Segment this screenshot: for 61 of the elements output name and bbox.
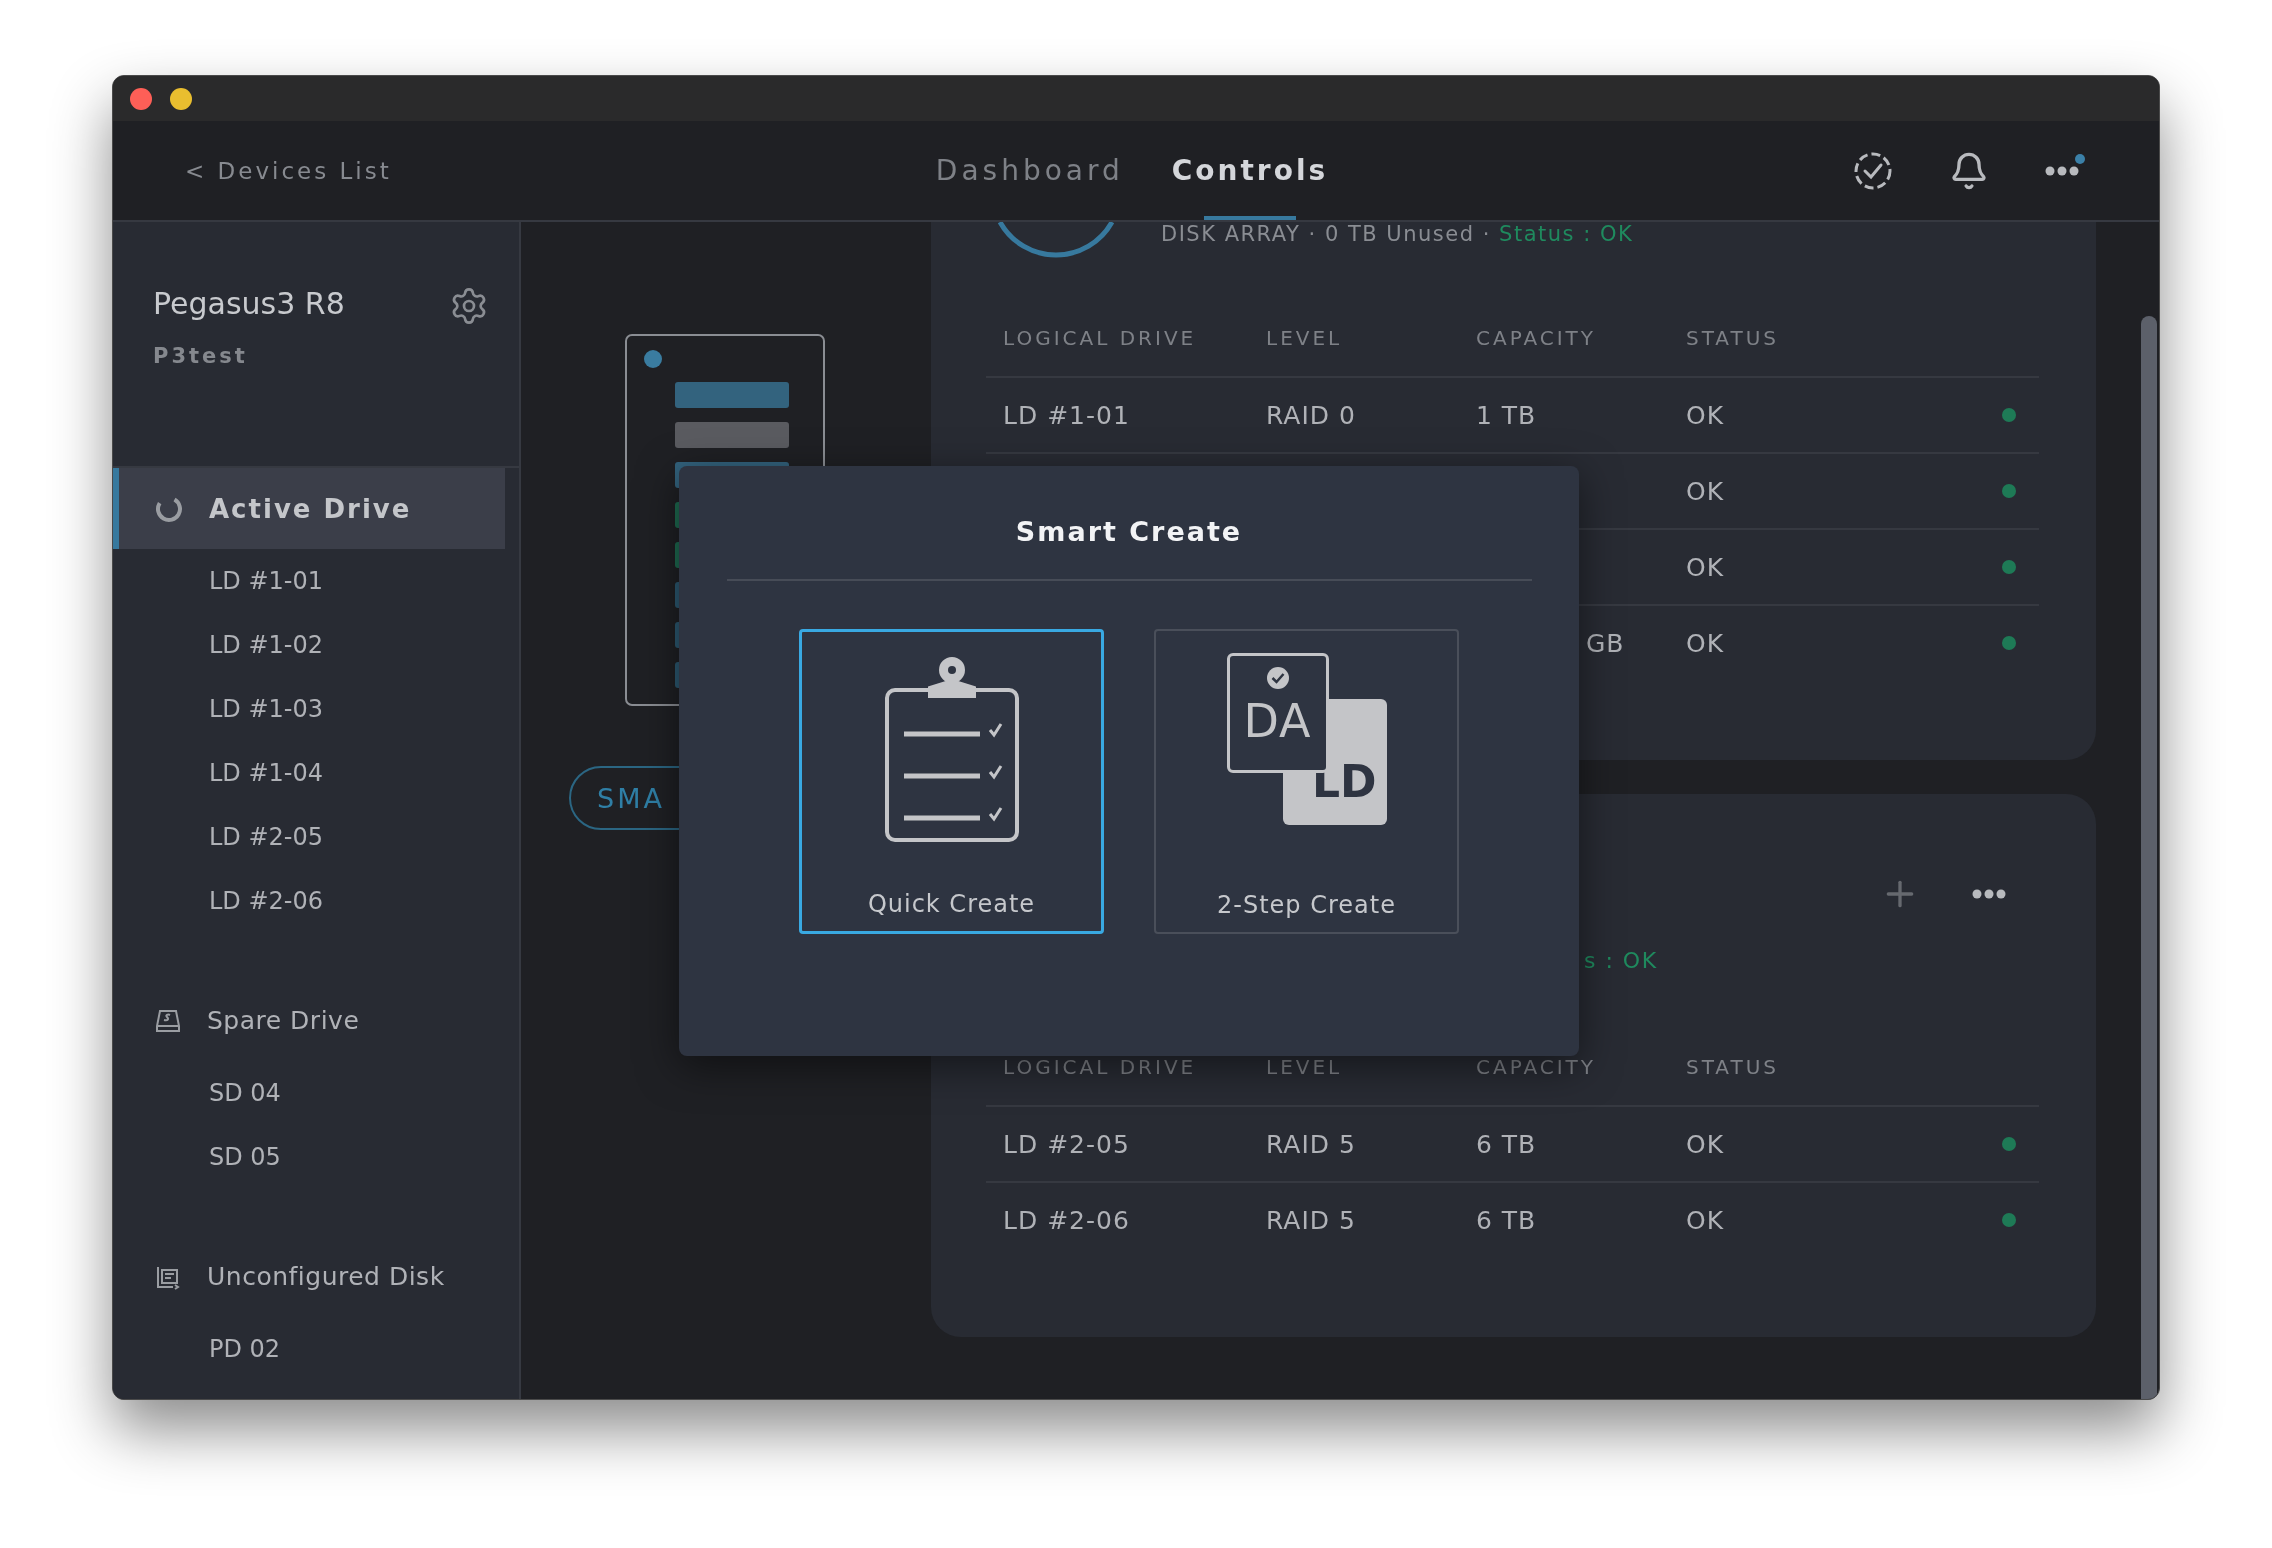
device-name: Pegasus3 R8 — [153, 286, 346, 323]
table-cell-text: RAID 0 — [1266, 400, 1357, 430]
sidebar-item[interactable]: LD #2-05 — [113, 805, 519, 869]
sidebar-item[interactable]: LD #1-04 — [113, 741, 519, 805]
minimize-icon[interactable] — [170, 87, 192, 110]
more-icon — [2045, 165, 2079, 176]
back-link[interactable]: < Devices List — [185, 157, 392, 184]
sidebar-section[interactable]: Spare Drive — [113, 980, 505, 1061]
create-option[interactable]: Quick Create — [799, 629, 1104, 934]
array-summary: DISK ARRAY · 0 TB Unused · Status : OK — [1161, 222, 1634, 246]
array-status: s : OK — [1584, 948, 1659, 973]
sidebar-section[interactable]: Unconfigured Disk — [113, 1236, 505, 1317]
column-header: CAPACITY — [1476, 326, 1598, 350]
sidebar-item[interactable]: SD 04 — [113, 1061, 519, 1125]
scrollbar[interactable] — [2141, 316, 2157, 1399]
table-cell-text: LD #1-01 — [1003, 400, 1131, 430]
nav-tab[interactable]: Dashboard — [931, 121, 1128, 220]
disk-array-badge: DA — [1226, 653, 1329, 773]
table-cell-text: GB — [1585, 628, 1626, 658]
column-header: LOGICAL DRIVE — [1003, 326, 1198, 350]
check-circle-icon — [1853, 150, 1893, 191]
table-cell-text: OK — [1686, 476, 1726, 506]
table-cell-text: 6 TB — [1476, 1205, 1538, 1235]
sidebar-item[interactable]: LD #1-01 — [113, 549, 519, 613]
column-header: STATUS — [1686, 326, 1781, 350]
column-header: LEVEL — [1266, 1055, 1344, 1079]
table-cell-text: OK — [1686, 400, 1726, 430]
bell-icon — [1949, 150, 1989, 191]
table-cell-text: OK — [1686, 1129, 1726, 1159]
table-cell-text: OK — [1686, 1205, 1726, 1235]
column-header: STATUS — [1686, 1055, 1781, 1079]
table-cell-text: RAID 5 — [1266, 1205, 1357, 1235]
sidebar-item[interactable]: SD 05 — [113, 1125, 519, 1189]
nav-tab[interactable]: Controls — [1167, 121, 1333, 220]
sidebar-section[interactable]: Active Drive — [113, 468, 505, 549]
section-label: Spare Drive — [207, 1006, 360, 1035]
table-cell-text: OK — [1686, 552, 1726, 582]
column-header: LOGICAL DRIVE — [1003, 1055, 1198, 1079]
notifications-button[interactable] — [1949, 150, 1989, 191]
dialog-title: Smart Create — [1015, 516, 1243, 547]
close-icon[interactable] — [130, 87, 152, 110]
sidebar-item[interactable]: PD 02 — [113, 1317, 519, 1381]
section-label: Unconfigured Disk — [207, 1262, 445, 1291]
clipboard-checklist-icon — [883, 654, 1020, 844]
drive-icon — [155, 1007, 181, 1034]
table-cell-text: 6 TB — [1476, 1129, 1538, 1159]
section-label: Active Drive — [209, 493, 412, 524]
column-header: LEVEL — [1266, 326, 1344, 350]
column-header: CAPACITY — [1476, 1055, 1598, 1079]
table-cell-text: OK — [1686, 628, 1726, 658]
check-icon — [1265, 666, 1290, 690]
more-icon — [1972, 889, 2006, 899]
table-cell-text: 1 TB — [1476, 400, 1538, 430]
device-id: P3test — [153, 344, 249, 368]
sidebar-item[interactable]: LD #1-02 — [113, 613, 519, 677]
table-cell-text: LD #2-05 — [1003, 1129, 1131, 1159]
table-cell-text: LD #2-06 — [1003, 1205, 1131, 1235]
sidebar-item[interactable]: LD #2-06 — [113, 869, 519, 933]
table-cell-text: RAID 5 — [1266, 1129, 1357, 1159]
task-status-button[interactable] — [1853, 150, 1893, 191]
sidebar-item[interactable]: LD #1-03 — [113, 677, 519, 741]
